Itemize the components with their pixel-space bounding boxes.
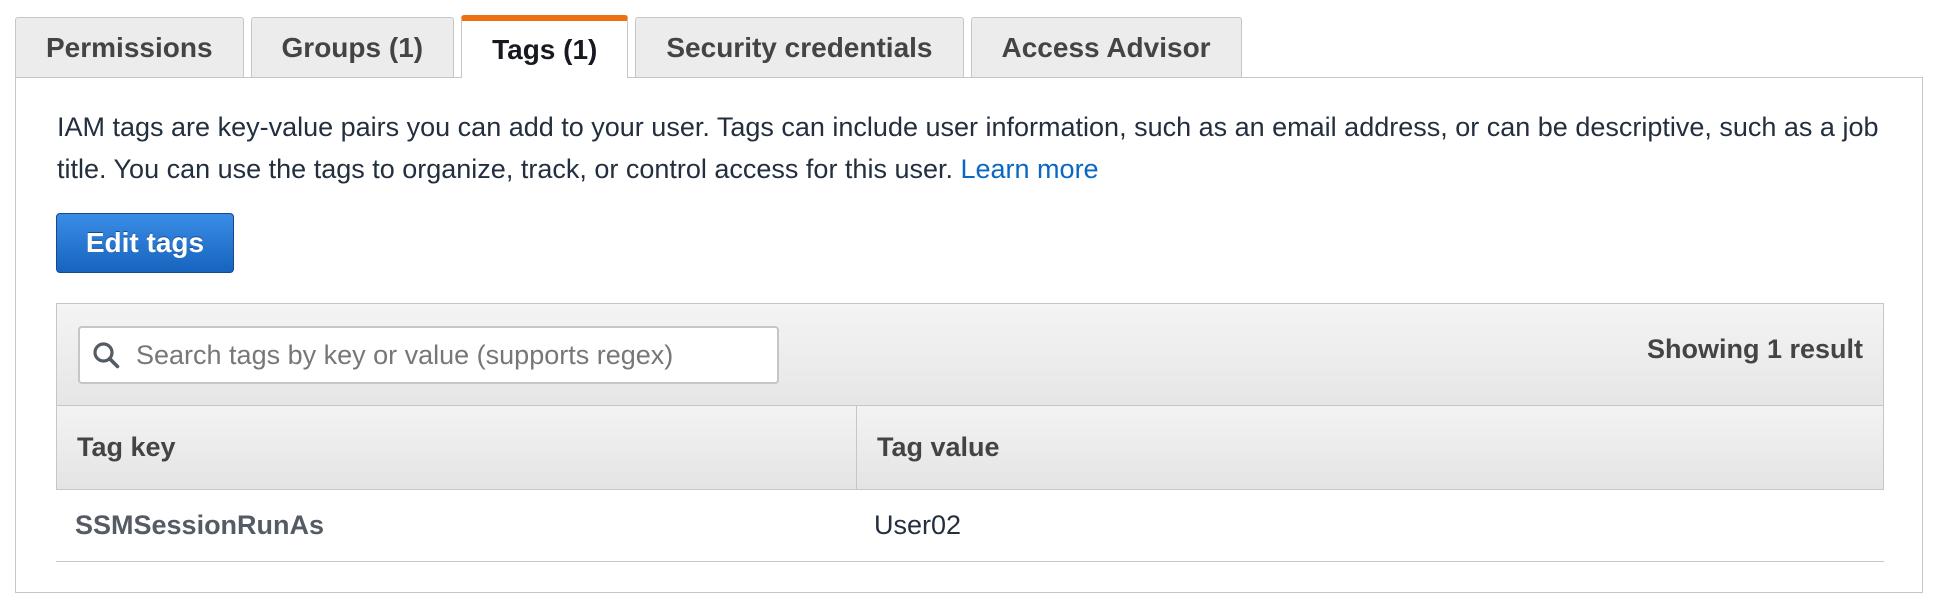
tab-permissions[interactable]: Permissions xyxy=(15,17,244,78)
learn-more-link[interactable]: Learn more xyxy=(961,154,1099,184)
table-header: Tag key Tag value xyxy=(56,405,1884,490)
tags-description: IAM tags are key-value pairs you can add… xyxy=(57,106,1887,190)
tab-bar: Permissions Groups (1) Tags (1) Security… xyxy=(15,15,1249,78)
tab-security-credentials[interactable]: Security credentials xyxy=(635,17,964,78)
tags-table: Showing 1 result Tag key Tag value SSMSe… xyxy=(56,303,1884,563)
column-header-tag-value[interactable]: Tag value xyxy=(857,406,1883,489)
search-box[interactable] xyxy=(78,326,779,384)
tab-access-advisor[interactable]: Access Advisor xyxy=(970,17,1242,78)
search-icon xyxy=(93,342,120,369)
result-count: Showing 1 result xyxy=(1646,334,1863,364)
table-toolbar: Showing 1 result xyxy=(56,303,1884,406)
tab-tags[interactable]: Tags (1) xyxy=(461,15,629,78)
table-row: SSMSessionRunAs User02 xyxy=(56,489,1884,562)
tab-groups[interactable]: Groups (1) xyxy=(250,17,455,78)
search-input[interactable] xyxy=(134,338,728,372)
column-header-tag-key[interactable]: Tag key xyxy=(57,406,857,489)
tag-value-cell: User02 xyxy=(874,509,962,540)
tags-panel: IAM tags are key-value pairs you can add… xyxy=(15,77,1923,593)
tag-key-cell: SSMSessionRunAs xyxy=(75,509,325,540)
edit-tags-button[interactable]: Edit tags xyxy=(56,213,234,273)
